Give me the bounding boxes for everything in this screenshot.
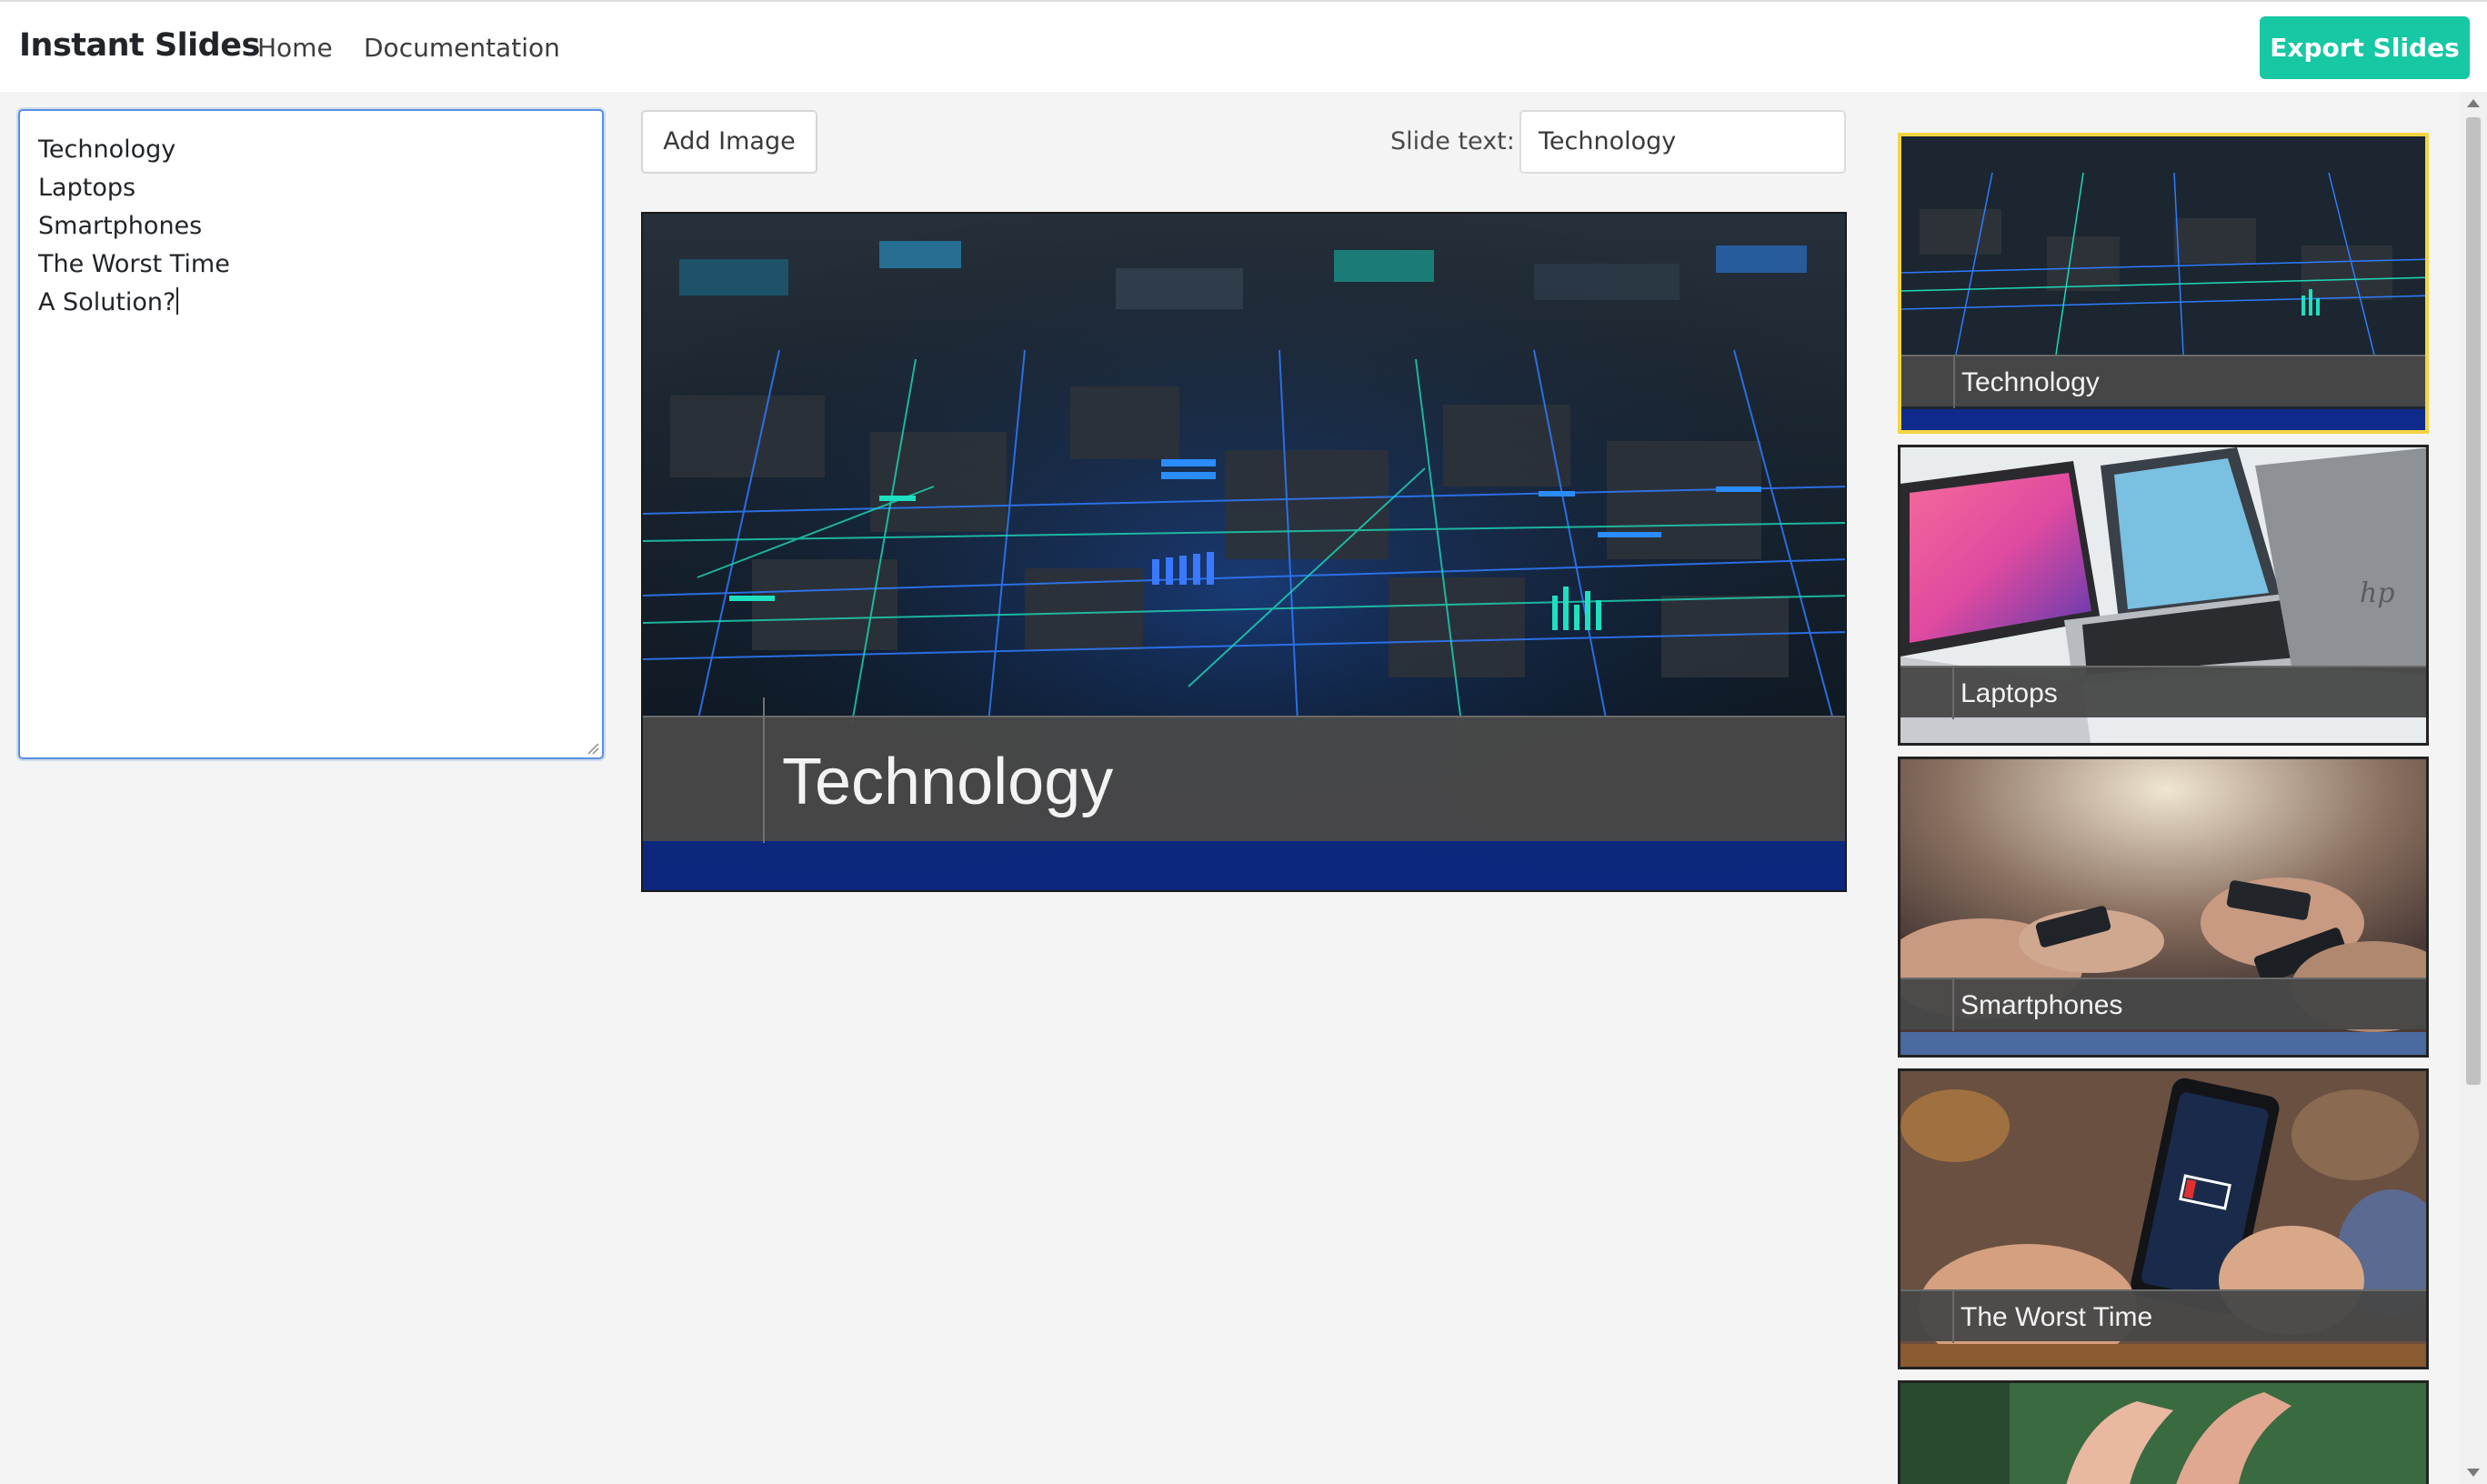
page-scrollbar[interactable] [2460, 92, 2487, 1484]
thumbnail-caption: The Worst Time [1900, 1289, 2426, 1343]
brand-logo[interactable]: Instant Slides [19, 27, 260, 64]
caption-divider [1952, 979, 1954, 1031]
slide-thumbnail-a-solution[interactable] [1898, 1380, 2429, 1484]
outline-line-text: A Solution? [38, 288, 176, 316]
thumbnail-caption: Technology [1901, 355, 2425, 408]
scroll-up-icon[interactable] [2467, 99, 2480, 107]
thumbnail-caption-text: Smartphones [1961, 990, 2123, 1020]
export-slides-button[interactable]: Export Slides [2260, 16, 2470, 79]
add-image-button[interactable]: Add Image [641, 110, 817, 174]
main-slide-caption-text: Technology [782, 746, 1114, 818]
caption-divider [1953, 356, 1955, 408]
slide-text-label: Slide text: [1390, 127, 1515, 155]
scrollbar-thumb[interactable] [2466, 117, 2481, 1085]
outline-line: Laptops [38, 174, 136, 202]
caption-divider [763, 697, 765, 843]
outline-line: Technology [38, 135, 176, 164]
nav-documentation-link[interactable]: Documentation [364, 33, 560, 63]
outline-line-last: A Solution? [38, 284, 584, 322]
scroll-down-icon[interactable] [2467, 1469, 2480, 1477]
slide-thumbnail-laptops[interactable]: hp Laptops [1898, 445, 2429, 746]
thumbnail-caption: Laptops [1900, 666, 2426, 719]
thumbnail-caption-text: The Worst Time [1961, 1302, 2153, 1332]
thumbnail-caption-text: Laptops [1961, 678, 2058, 708]
text-caret [176, 287, 179, 315]
resize-grip-icon[interactable] [587, 742, 599, 755]
slide-text-input[interactable]: Technology [1519, 110, 1846, 174]
nav-home-link[interactable]: Home [257, 33, 333, 63]
outline-line: Smartphones [38, 212, 203, 240]
slide-thumbnail-the-worst-time[interactable]: The Worst Time [1898, 1068, 2429, 1369]
navbar: Instant Slides Home Documentation Export… [0, 0, 2487, 92]
caption-divider [1952, 1291, 1954, 1343]
slide-thumbnail-smartphones[interactable]: Smartphones [1898, 757, 2429, 1058]
slide-thumbnail-technology[interactable]: Technology [1898, 133, 2429, 434]
svg-text:hp: hp [2360, 577, 2395, 609]
hand-image [1900, 1383, 2426, 1484]
thumbnail-caption: Smartphones [1900, 978, 2426, 1031]
main-slide-caption: Technology [643, 697, 1845, 843]
outline-line: The Worst Time [38, 250, 230, 278]
thumbnail-caption-text: Technology [1961, 367, 2100, 397]
caption-divider [1952, 667, 1954, 719]
main-slide-preview: Technology [641, 212, 1847, 892]
slide-outline-textarea[interactable]: Technology Laptops Smartphones The Worst… [18, 109, 604, 759]
